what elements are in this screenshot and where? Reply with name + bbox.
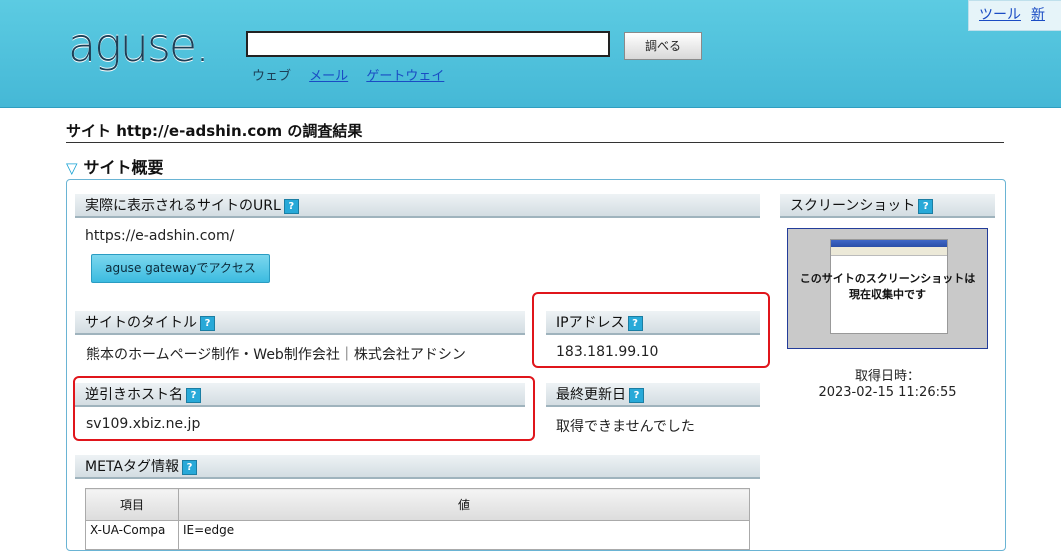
page-title: サイト http://e-adshin.com の調査結果 [66, 122, 363, 140]
screenshot-header: スクリーンショット? [780, 194, 995, 218]
nav-mail[interactable]: メール [309, 69, 348, 84]
ip-highlight-box [532, 292, 770, 368]
screenshot-date: 取得日時： 2023-02-15 11:26:55 [787, 369, 988, 401]
title-label: サイトのタイトル [85, 315, 197, 331]
tools-link[interactable]: ツール [979, 7, 1021, 23]
table-row: X-UA-Compa IE=edge [85, 520, 750, 550]
meta-table: 項目 値 X-UA-Compa IE=edge [85, 488, 750, 550]
url-label: 実際に表示されるサイトのURL [85, 198, 281, 214]
meta-value: IE=edge [178, 520, 750, 550]
nav-gateway[interactable]: ゲートウェイ [366, 69, 444, 84]
search-type-nav: ウェブ メール ゲートウェイ [252, 65, 444, 84]
aguse-logo[interactable]: aguse. [68, 20, 210, 70]
section-title: ▽ サイト概要 [66, 154, 164, 178]
url-header: 実際に表示されるサイトのURL? [75, 194, 760, 218]
screenshot-thumbnail[interactable]: このサイトのスクリーンショットは 現在収集中です [787, 228, 988, 349]
nav-web[interactable]: ウェブ [252, 69, 291, 84]
new-link[interactable]: 新 [1031, 7, 1045, 23]
header-bar: ツール新 aguse. 調べる ウェブ メール ゲートウェイ [0, 0, 1061, 108]
gateway-access-button[interactable]: aguse gatewayでアクセス [91, 254, 270, 283]
help-icon[interactable]: ? [181, 459, 197, 475]
meta-column-value: 値 [178, 488, 750, 521]
last-updated-value: 取得できませんでした [556, 419, 695, 435]
meta-column-item: 項目 [85, 488, 179, 521]
top-links: ツール新 [968, 0, 1061, 31]
meta-label: METAタグ情報 [85, 459, 179, 475]
search-button[interactable]: 調べる [624, 32, 702, 60]
search-input[interactable] [246, 31, 610, 57]
help-icon[interactable]: ? [629, 387, 644, 403]
screenshot-message: このサイトのスクリーンショットは 現在収集中です [788, 271, 987, 303]
screenshot-date-label: 取得日時： [854, 369, 920, 384]
site-title-value: 熊本のホームページ制作・Web制作会社｜株式会社アドシン [86, 347, 466, 363]
screenshot-message-line1: このサイトのスクリーンショットは [799, 272, 976, 285]
help-icon[interactable]: ? [918, 198, 934, 214]
screenshot-label: スクリーンショット [790, 198, 916, 214]
screenshot-message-line2: 現在収集中です [849, 288, 926, 301]
screenshot-date-value: 2023-02-15 11:26:55 [818, 385, 957, 400]
last-updated-label: 最終更新日 [556, 387, 626, 403]
last-updated-header: 最終更新日? [546, 383, 760, 407]
meta-header: METAタグ情報? [75, 455, 760, 479]
title-header: サイトのタイトル? [75, 311, 525, 335]
url-value: https://e-adshin.com/ [85, 228, 235, 244]
help-icon[interactable]: ? [200, 315, 215, 331]
meta-key: X-UA-Compa [85, 520, 179, 550]
reverse-host-highlight-box [73, 376, 535, 441]
help-icon[interactable]: ? [283, 198, 299, 214]
title-divider [66, 142, 1004, 143]
section-title-text: サイト概要 [83, 158, 164, 177]
triangle-down-icon[interactable]: ▽ [66, 159, 78, 177]
